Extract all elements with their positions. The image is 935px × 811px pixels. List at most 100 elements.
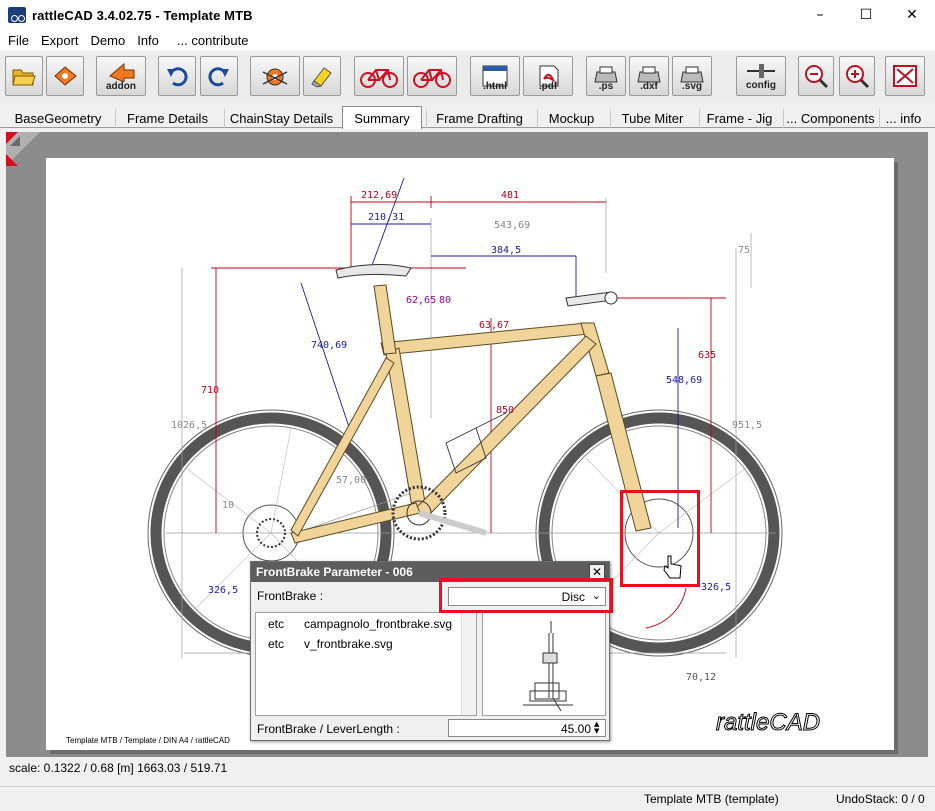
- window-title: rattleCAD 3.4.02.75 - Template MTB: [32, 7, 253, 23]
- list-item[interactable]: etc v_frontbrake.svg: [268, 637, 393, 653]
- dim-548-69: 548,69: [666, 375, 702, 386]
- addon-arrow-icon: [109, 62, 135, 82]
- fit-view-button[interactable]: [885, 56, 925, 96]
- toolbar: addon .html .pdf .ps .dxf .svg config: [0, 52, 935, 102]
- title-bar: rattleCAD 3.4.02.75 - Template MTB – ☐ ✕: [0, 0, 935, 30]
- tab-info[interactable]: ... info: [879, 109, 927, 128]
- list-item[interactable]: etc campagnolo_frontbrake.svg: [268, 617, 452, 633]
- dim-384-5: 384,5: [491, 245, 521, 256]
- tab-basegeometry[interactable]: BaseGeometry: [6, 109, 110, 128]
- tab-mockup[interactable]: Mockup: [537, 109, 605, 128]
- dim-10: 10: [222, 500, 234, 511]
- rattlecad-app-icon: [8, 7, 26, 23]
- tab-frame-details[interactable]: Frame Details: [115, 109, 219, 128]
- dim-635: 635: [698, 350, 716, 361]
- tab-components[interactable]: ... Components: [783, 109, 877, 128]
- export-dxf-button[interactable]: .dxf: [629, 56, 669, 96]
- hand-cursor-icon: [663, 555, 682, 579]
- bike-view-2-button[interactable]: [407, 56, 457, 96]
- folder-icon: [12, 69, 36, 86]
- tab-summary[interactable]: Summary: [342, 106, 422, 129]
- red-bike-icon: [360, 69, 398, 88]
- menu-file[interactable]: File: [2, 33, 35, 48]
- menu-contribute[interactable]: ... contribute: [171, 33, 255, 48]
- menu-export[interactable]: Export: [35, 33, 85, 48]
- svg-label: .svg: [681, 81, 702, 92]
- dim-70-12: 70,12: [686, 672, 716, 683]
- fit-to-window-icon: [893, 65, 917, 87]
- spinner-arrows-icon[interactable]: ▲ ▼: [594, 721, 604, 735]
- save-file-button[interactable]: [46, 56, 84, 96]
- file-list-scrollbar[interactable]: [461, 613, 476, 715]
- addon-button[interactable]: addon: [96, 56, 146, 96]
- dim-210-31: 210,31: [368, 212, 404, 223]
- dim-75: 75: [738, 245, 750, 256]
- addon-label: addon: [106, 81, 136, 92]
- frontbrake-select-highlight: [439, 578, 613, 613]
- dim-710: 710: [201, 385, 219, 396]
- export-svg-button[interactable]: .svg: [672, 56, 712, 96]
- dim-850: 850: [496, 405, 514, 416]
- rattlecad-logo: rattleCAD: [716, 709, 820, 736]
- rendering-button[interactable]: [250, 56, 300, 96]
- lever-length-label: FrontBrake / LeverLength :: [257, 722, 400, 736]
- menu-bar: File Export Demo Info ... contribute: [0, 30, 935, 50]
- red-bike-icon-2: [413, 69, 451, 88]
- window-controls: – ☐ ✕: [797, 0, 935, 30]
- zoom-in-icon: [846, 65, 870, 89]
- tab-tube-miter[interactable]: Tube Miter: [610, 109, 694, 128]
- dim-326-5-front: 326,5: [701, 582, 731, 593]
- undo-icon: [167, 67, 188, 87]
- dim-1026-5: 1026,5: [171, 420, 207, 431]
- config-label: config: [746, 80, 776, 91]
- resize-corner-icon[interactable]: [6, 132, 40, 166]
- export-ps-button[interactable]: .ps: [586, 56, 626, 96]
- zoom-in-button[interactable]: [839, 56, 875, 96]
- tab-frame-drafting[interactable]: Frame Drafting: [426, 109, 532, 128]
- tab-bar: BaseGeometry Frame Details ChainStay Det…: [0, 106, 935, 129]
- pdf-label: .pdf: [538, 81, 558, 92]
- tab-frame-jig[interactable]: Frame - Jig: [699, 109, 779, 128]
- config-button[interactable]: config: [736, 56, 786, 96]
- dxf-label: .dxf: [640, 81, 658, 92]
- dim-951-5: 951,5: [732, 420, 762, 431]
- export-pdf-button[interactable]: .pdf: [523, 56, 573, 96]
- menu-info[interactable]: Info: [131, 33, 165, 48]
- dim-740-69: 740,69: [311, 340, 347, 351]
- html-label: .html: [483, 81, 507, 92]
- frontbrake-label: FrontBrake :: [257, 589, 324, 603]
- title-block: Template MTB / Template / DIN A4 / rattl…: [66, 736, 230, 745]
- brake-preview: [482, 612, 606, 716]
- frontbrake-file-list[interactable]: etc campagnolo_frontbrake.svg etc v_fron…: [255, 612, 477, 716]
- redo-button[interactable]: [200, 56, 238, 96]
- zoom-out-button[interactable]: [798, 56, 834, 96]
- dialog-title: FrontBrake Parameter - 006: [256, 565, 413, 579]
- dim-481: 481: [501, 190, 519, 201]
- dim-57-00: 57,00: [336, 475, 366, 486]
- clear-button[interactable]: [303, 56, 341, 96]
- dim-62-65: 62,65: [406, 295, 436, 306]
- close-button[interactable]: ✕: [889, 0, 935, 30]
- status-undo-stack: UndoStack: 0 / 0: [836, 792, 925, 806]
- bike-view-1-button[interactable]: [354, 56, 404, 96]
- open-file-button[interactable]: [5, 56, 43, 96]
- lever-length-spinner[interactable]: 45.00 ▲ ▼: [448, 719, 606, 737]
- scale-readout: scale: 0.1322 / 0.68 [m] 1663.03 / 519.7…: [0, 758, 935, 778]
- ps-label: .ps: [598, 81, 614, 92]
- bike-gear-icon: [262, 68, 288, 86]
- brake-preview-drawing: [523, 621, 573, 712]
- undo-button[interactable]: [158, 56, 196, 96]
- redo-icon: [208, 67, 229, 87]
- dialog-close-button[interactable]: ✕: [589, 564, 605, 579]
- slider-icon: [747, 64, 775, 78]
- dim-212-69: 212,69: [361, 190, 397, 201]
- minimize-button[interactable]: –: [797, 0, 843, 30]
- dim-63-67: 63,67: [479, 320, 509, 331]
- status-bar: Template MTB (template) UndoStack: 0 / 0: [0, 786, 935, 811]
- export-html-button[interactable]: .html: [470, 56, 520, 96]
- tab-chainstay-details[interactable]: ChainStay Details: [224, 109, 338, 128]
- save-icon: [54, 66, 77, 86]
- zoom-out-icon: [805, 65, 829, 89]
- maximize-button[interactable]: ☐: [843, 0, 889, 30]
- menu-demo[interactable]: Demo: [85, 33, 132, 48]
